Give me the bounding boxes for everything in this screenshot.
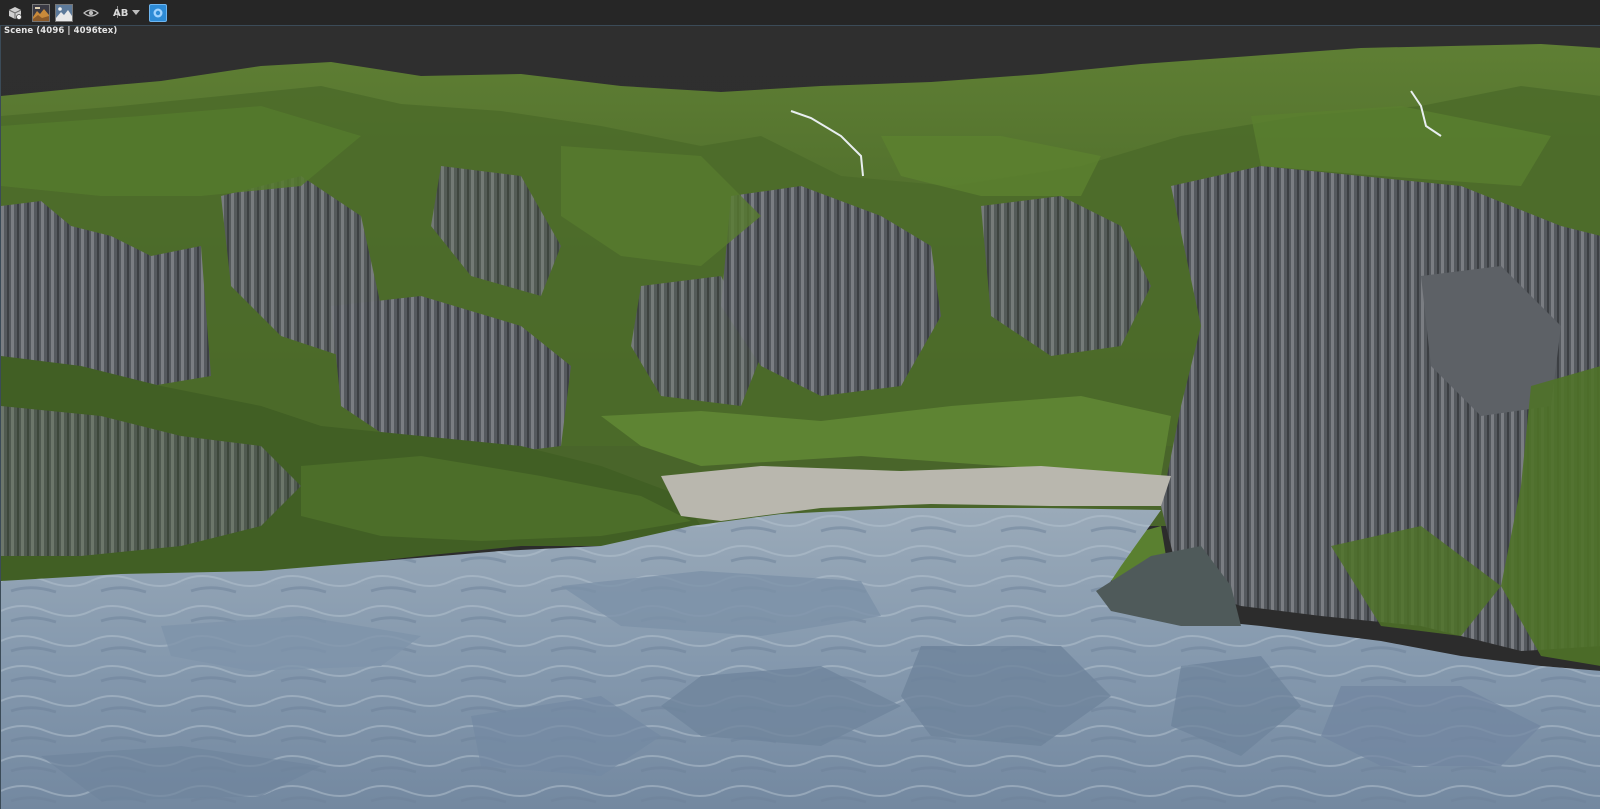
scene-resolution-label: Scene (4096 | 4096tex) bbox=[4, 26, 118, 36]
render-mode-icon bbox=[152, 7, 164, 19]
visibility-toggle-button[interactable] bbox=[82, 4, 100, 22]
camera-tool-icon bbox=[7, 5, 23, 21]
render-mode-button[interactable] bbox=[149, 4, 167, 22]
image-preview-icon bbox=[56, 5, 72, 21]
app-window: AB Scene (4096 | 4096tex) bbox=[0, 0, 1600, 809]
chevron-down-icon bbox=[132, 8, 141, 19]
ab-compare-dropdown[interactable]: AB bbox=[110, 4, 141, 22]
camera-tool-button[interactable] bbox=[6, 4, 24, 22]
3d-viewport[interactable] bbox=[0, 25, 1600, 809]
image-preview-button[interactable] bbox=[55, 4, 73, 22]
ab-compare-label: AB bbox=[113, 7, 129, 19]
visibility-eye-icon bbox=[83, 5, 99, 21]
terrain-preview-button[interactable] bbox=[32, 4, 50, 22]
terrain-preview-icon bbox=[33, 5, 49, 21]
terrain-render bbox=[1, 26, 1600, 809]
viewport-toolbar: AB bbox=[0, 0, 1600, 26]
